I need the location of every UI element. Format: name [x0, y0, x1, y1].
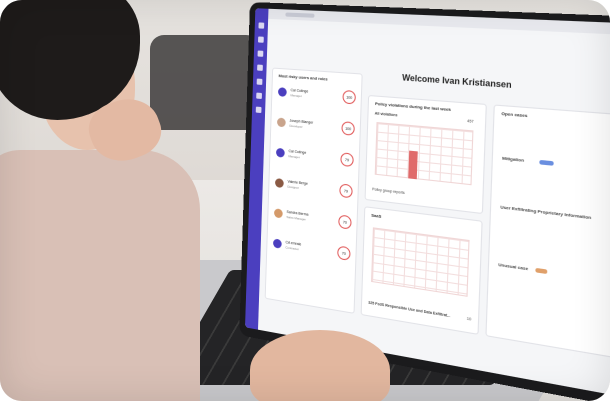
- page-title: Welcome Ivan Kristiansen: [401, 72, 512, 91]
- saas-title: SaaS: [371, 212, 382, 219]
- open-cases-panel: Open cases Mitigation User Exfiltrating …: [485, 104, 610, 361]
- policy-violations-panel: Policy violations during the last week A…: [364, 94, 487, 215]
- user-role: Contractor: [285, 245, 299, 252]
- list-item: Cai Cutinge Manager 79: [275, 146, 357, 173]
- saas-footer-text: 325 FedS Responsible Use and Data Exfilt…: [368, 300, 451, 319]
- nav-home-icon: [258, 22, 265, 29]
- list-item: Sandra Berma Sales Manager 70: [273, 206, 355, 235]
- case-tag: [539, 159, 554, 166]
- list-item: Valerie Berge Designer 79: [274, 176, 356, 204]
- avatar: [272, 238, 282, 249]
- all-violations-count: 457: [467, 118, 474, 124]
- user-role: Designer: [287, 184, 300, 190]
- all-violations-label: All violations: [374, 111, 398, 118]
- risky-users-title: Most risky users and roles: [278, 73, 328, 82]
- risk-score: 70: [338, 214, 352, 230]
- nav-cases-icon: [256, 78, 263, 85]
- avatar: [277, 87, 287, 97]
- browser-tab: [285, 12, 315, 18]
- person-typing-hand: [250, 330, 390, 401]
- avatar: [273, 208, 283, 219]
- nav-alert-icon: [257, 50, 264, 57]
- risk-score: 70: [337, 245, 351, 261]
- nav-policy-icon: [257, 64, 263, 71]
- case-title[interactable]: Unusual case: [498, 262, 528, 272]
- avatar: [275, 147, 285, 158]
- list-item: Joseph Blanger Developer 100: [276, 115, 358, 141]
- user-role: Developer: [289, 123, 303, 129]
- list-item: CA emrale Contractor 70: [272, 236, 354, 266]
- risk-score: 100: [341, 121, 355, 136]
- risk-score: 79: [339, 183, 353, 199]
- open-cases-title: Open cases: [501, 110, 528, 119]
- risk-score: 79: [340, 152, 354, 168]
- nav-users-icon: [258, 36, 264, 43]
- violations-bar: [408, 150, 418, 180]
- policy-violations-title: Policy violations during the last week: [374, 100, 452, 113]
- person-torso: [0, 150, 200, 401]
- saas-footer-count: 10: [466, 316, 472, 322]
- saas-chart: [371, 227, 470, 297]
- nav-reports-icon: [256, 92, 262, 100]
- avatar: [276, 117, 286, 128]
- violations-chart: [374, 122, 474, 186]
- browser-topbar: [268, 8, 610, 36]
- avatar: [274, 178, 284, 189]
- saas-panel: SaaS 325 FedS Responsible Use and Data E…: [360, 206, 483, 335]
- policy-group-reports-link[interactable]: Policy group reports: [372, 187, 405, 195]
- photo-scene: Welcome Ivan Kristiansen Most risky user…: [0, 0, 610, 401]
- case-title[interactable]: User Exfiltrating Proprietary Informatio…: [500, 204, 591, 220]
- user-role: Manager: [290, 93, 302, 99]
- case-title[interactable]: Mitigation: [502, 155, 524, 163]
- user-role: Manager: [288, 154, 300, 160]
- risky-users-panel: Most risky users and roles Cai Cutinge M…: [264, 67, 363, 314]
- risk-score: 100: [342, 89, 356, 105]
- list-item: Cai Cutinge Manager 100: [277, 85, 359, 110]
- nav-settings-icon: [255, 106, 262, 114]
- case-tag: [535, 267, 548, 275]
- person: [0, 0, 200, 401]
